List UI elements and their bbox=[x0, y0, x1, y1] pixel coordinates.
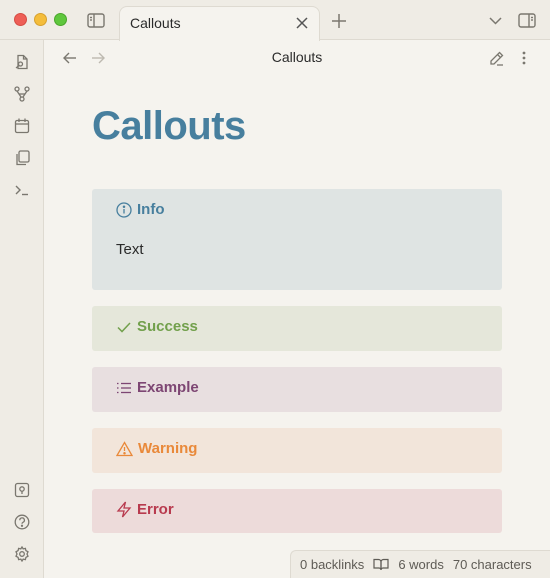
callout-info-label: Info bbox=[137, 201, 165, 218]
callout-info-body[interactable]: Text bbox=[116, 241, 144, 258]
info-icon bbox=[116, 201, 132, 218]
callout-error-label: Error bbox=[137, 501, 174, 518]
edit-pencil-icon[interactable] bbox=[487, 50, 505, 66]
backlinks-count[interactable]: 0 backlinks bbox=[300, 557, 364, 572]
view-title: Callouts bbox=[271, 49, 323, 65]
close-tab-icon[interactable] bbox=[293, 14, 311, 32]
vault-switcher-icon[interactable] bbox=[12, 480, 32, 500]
note-title: Callouts bbox=[92, 104, 246, 148]
ribbon bbox=[0, 40, 44, 578]
callout-error-header[interactable]: Error bbox=[116, 501, 174, 518]
tab-title: Callouts bbox=[130, 15, 181, 31]
list-icon bbox=[117, 382, 131, 393]
toggle-left-sidebar-icon[interactable] bbox=[86, 11, 106, 29]
new-tab-icon[interactable] bbox=[330, 12, 348, 30]
help-icon[interactable] bbox=[12, 512, 32, 532]
quick-switcher-icon[interactable] bbox=[12, 52, 32, 72]
callout-warning: Warning bbox=[92, 428, 502, 473]
callout-info-header[interactable]: Info bbox=[116, 201, 165, 218]
callout-example-label: Example bbox=[137, 379, 199, 396]
callout-example: Example bbox=[92, 367, 502, 412]
callout-success-label: Success bbox=[137, 318, 198, 335]
templates-copy-icon[interactable] bbox=[12, 148, 32, 168]
warning-triangle-icon bbox=[116, 440, 133, 456]
callout-example-header[interactable]: Example bbox=[116, 379, 199, 396]
settings-gear-icon[interactable] bbox=[12, 544, 32, 564]
lightning-icon bbox=[116, 501, 132, 518]
tab-list-chevron-down-icon[interactable] bbox=[486, 12, 504, 30]
toggle-right-sidebar-icon[interactable] bbox=[517, 11, 537, 29]
reading-view-book-icon[interactable] bbox=[373, 558, 389, 571]
callout-warning-header[interactable]: Warning bbox=[116, 440, 197, 457]
status-bar: 0 backlinks 6 words 70 characters bbox=[290, 550, 550, 578]
tab-callouts[interactable]: Callouts bbox=[119, 6, 320, 41]
maximize-window-button[interactable] bbox=[54, 13, 67, 26]
command-palette-terminal-icon[interactable] bbox=[12, 180, 32, 200]
check-icon bbox=[117, 321, 131, 333]
callout-success-header[interactable]: Success bbox=[116, 318, 198, 335]
callout-error: Error bbox=[92, 489, 502, 533]
calendar-icon[interactable] bbox=[12, 116, 32, 136]
callout-success: Success bbox=[92, 306, 502, 351]
word-count: 6 words bbox=[398, 557, 444, 572]
close-window-button[interactable] bbox=[14, 13, 27, 26]
character-count: 70 characters bbox=[452, 557, 532, 572]
callout-info: Info Text bbox=[92, 189, 502, 290]
view-header: Callouts bbox=[44, 40, 550, 76]
title-bar: Callouts bbox=[0, 0, 550, 41]
callout-warning-label: Warning bbox=[138, 440, 198, 457]
minimize-window-button[interactable] bbox=[34, 13, 47, 26]
more-options-icon[interactable] bbox=[516, 50, 532, 66]
graph-view-icon[interactable] bbox=[12, 84, 32, 104]
